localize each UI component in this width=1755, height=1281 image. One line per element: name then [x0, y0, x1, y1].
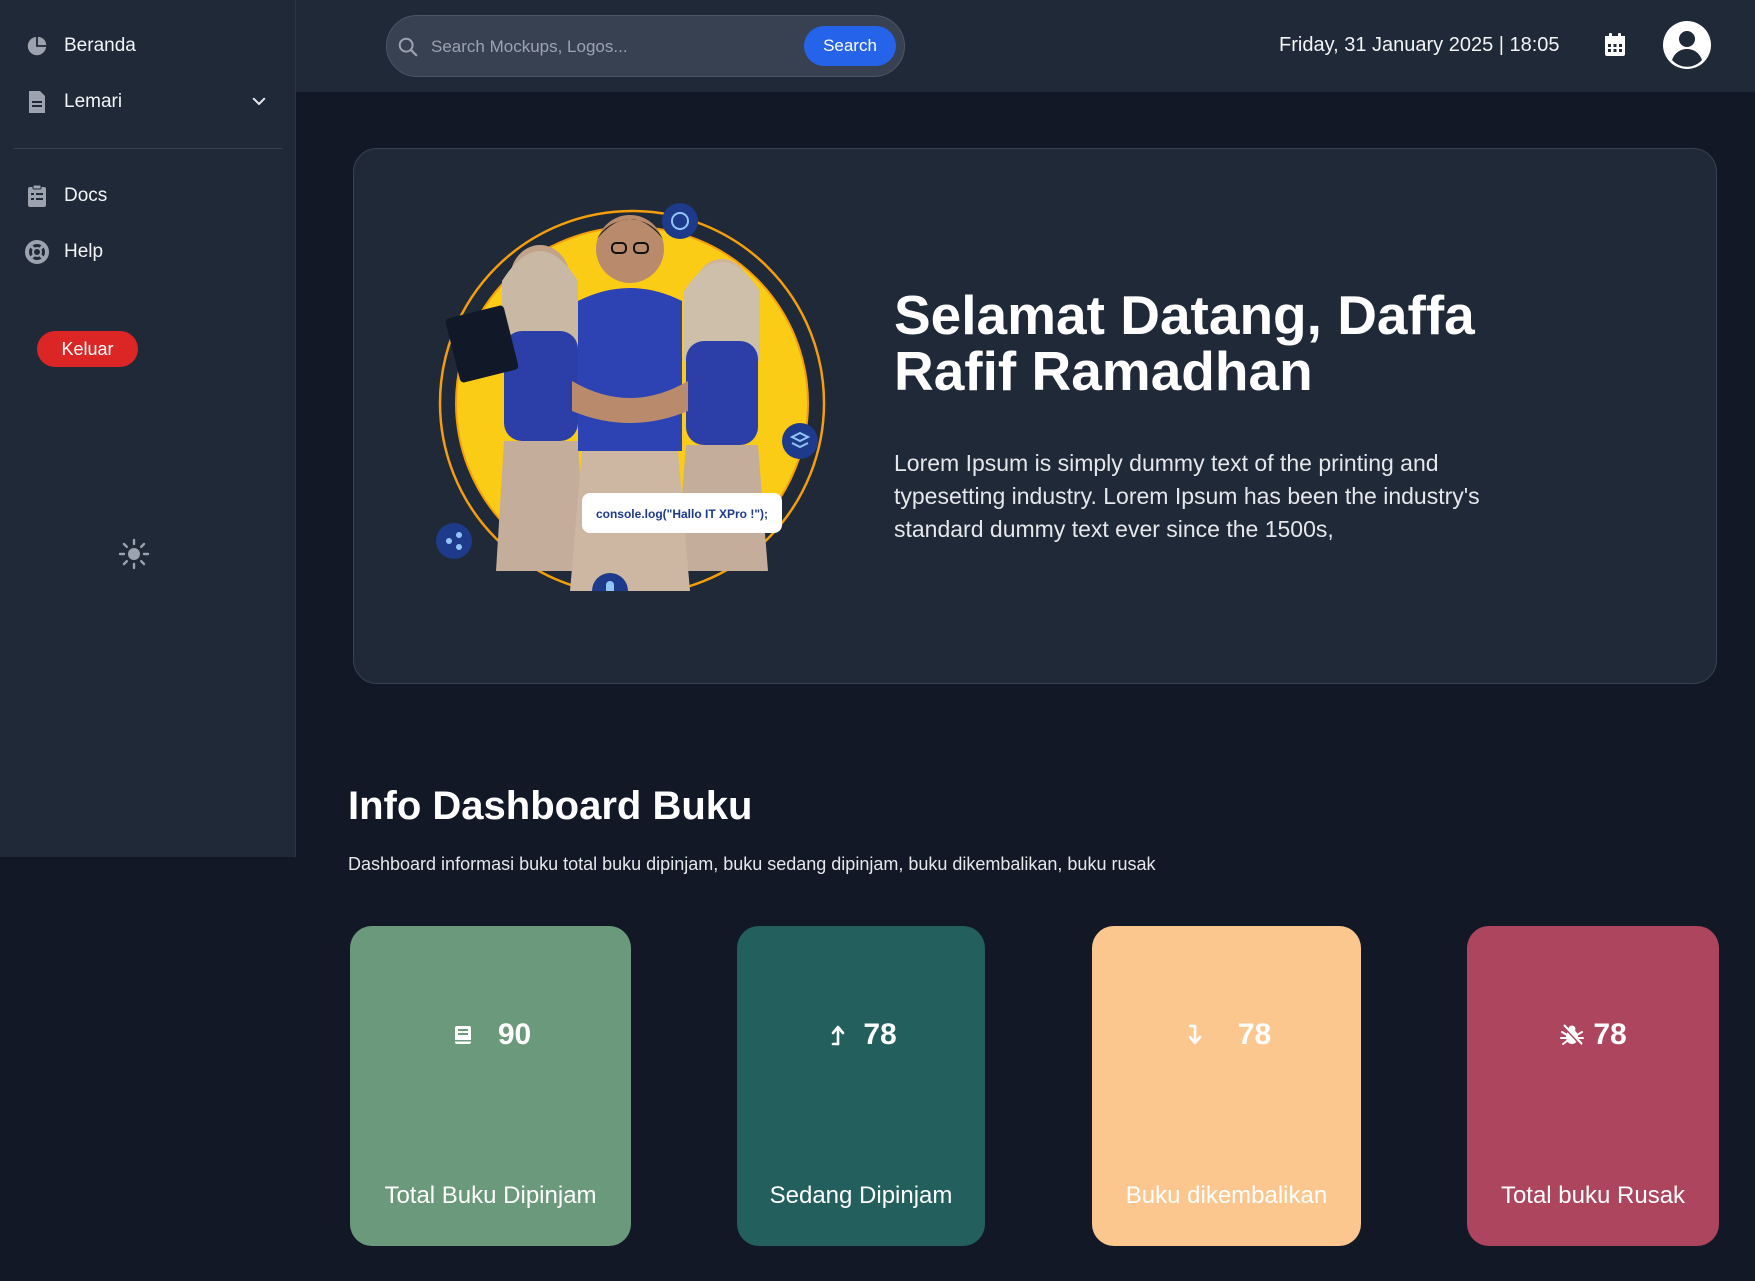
- top-bar: Search Friday, 31 January 2025 | 18:05: [296, 0, 1755, 92]
- sidebar-item-lemari[interactable]: Lemari: [24, 82, 274, 122]
- document-icon: [24, 89, 50, 115]
- stat-value: 90: [497, 1018, 532, 1051]
- stat-card-dikembalikan[interactable]: 78 Buku dikembalikan: [1092, 926, 1361, 1246]
- stat-card-sedang-dipinjam[interactable]: 78 Sedang Dipinjam: [737, 926, 985, 1246]
- sidebar-item-label: Docs: [64, 185, 108, 206]
- welcome-description: Lorem Ipsum is simply dummy text of the …: [894, 450, 1480, 542]
- sidebar-item-label: Help: [64, 241, 104, 262]
- dashboard-subtitle: Dashboard informasi buku total buku dipi…: [348, 854, 1156, 874]
- sidebar-item-label: Lemari: [64, 91, 123, 112]
- arrow-down-icon: [1182, 1022, 1208, 1048]
- hero-code-badge: console.log("Hallo IT XPro !");: [596, 507, 768, 521]
- stat-label: Sedang Dipinjam: [769, 1182, 953, 1209]
- bug-icon: [1559, 1022, 1585, 1048]
- sun-icon[interactable]: [118, 538, 150, 570]
- stat-label: Buku dikembalikan: [1125, 1182, 1328, 1209]
- search-button[interactable]: Search: [804, 26, 896, 66]
- stat-label: Total buku Rusak: [1500, 1182, 1686, 1209]
- sidebar-item-help[interactable]: Help: [24, 232, 274, 272]
- pie-chart-icon: [24, 33, 50, 59]
- lifebuoy-icon: [24, 239, 50, 265]
- sidebar-item-docs[interactable]: Docs: [24, 176, 274, 216]
- sidebar-item-label: Beranda: [64, 35, 136, 56]
- sidebar-divider: [14, 148, 282, 149]
- search-icon: [397, 36, 419, 58]
- stat-value: 78: [1593, 1018, 1627, 1051]
- chevron-down-icon[interactable]: [250, 92, 268, 115]
- calendar-icon[interactable]: [1603, 32, 1627, 58]
- logout-button[interactable]: Keluar: [37, 331, 138, 367]
- sidebar: Beranda Lemari Docs Help Keluar: [0, 0, 296, 857]
- hero-illustration: console.log("Hallo IT XPro !");: [432, 191, 832, 609]
- search-bar: Search: [386, 15, 905, 77]
- welcome-title: Selamat Datang, Daffa Rafif Ramadhan: [894, 284, 1475, 402]
- arrow-up-icon: [825, 1022, 851, 1048]
- dashboard-title: Info Dashboard Buku: [348, 784, 753, 828]
- search-input[interactable]: [431, 30, 701, 64]
- clipboard-icon: [24, 183, 50, 209]
- stat-value: 78: [863, 1018, 897, 1051]
- stat-card-total-dipinjam[interactable]: 90 Total Buku Dipinjam: [350, 926, 631, 1246]
- sidebar-item-beranda[interactable]: Beranda: [24, 26, 274, 66]
- user-avatar-icon[interactable]: [1663, 21, 1711, 69]
- welcome-hero: console.log("Hallo IT XPro !"); Selamat …: [353, 148, 1717, 684]
- stat-label: Total Buku Dipinjam: [384, 1182, 597, 1209]
- book-icon: [450, 1022, 476, 1048]
- stat-card-rusak[interactable]: 78 Total buku Rusak: [1467, 926, 1719, 1246]
- current-datetime: Friday, 31 January 2025 | 18:05: [1279, 34, 1560, 56]
- stat-value: 78: [1237, 1018, 1272, 1051]
